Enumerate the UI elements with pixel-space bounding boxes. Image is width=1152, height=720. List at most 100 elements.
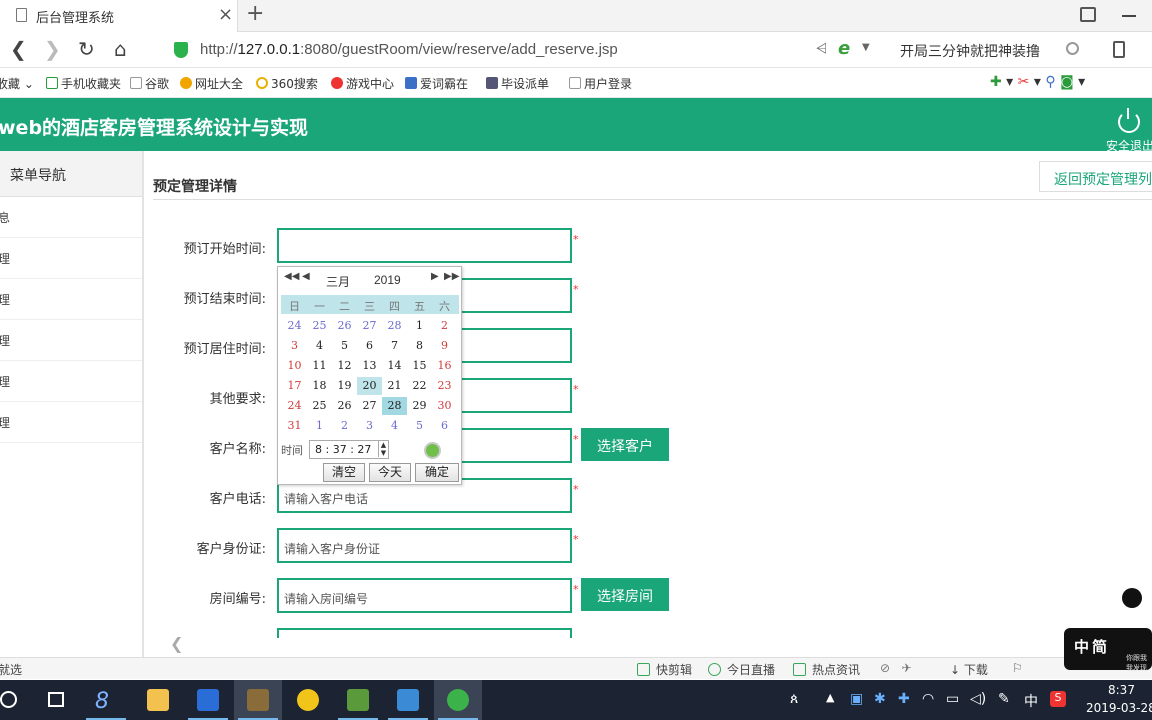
- calendar-day[interactable]: 9: [432, 337, 457, 355]
- status-tool-icons[interactable]: ⊘ ✈: [880, 661, 912, 675]
- forward-icon[interactable]: ❯: [44, 37, 61, 61]
- calendar-day[interactable]: 20: [357, 377, 382, 395]
- calendar-day[interactable]: 28: [382, 317, 407, 335]
- next-month-icon[interactable]: ▶: [431, 271, 439, 282]
- ie-compat-icon[interactable]: e: [838, 38, 850, 59]
- window-restore-icon[interactable]: [1080, 7, 1096, 22]
- tray-icon[interactable]: ✱: [874, 691, 886, 707]
- scroll-left-icon[interactable]: ❮: [170, 634, 183, 653]
- calendar-year[interactable]: 2019: [374, 273, 401, 287]
- calendar-day[interactable]: 11: [307, 357, 332, 375]
- sidebar-item[interactable]: 理: [0, 361, 142, 402]
- calendar-day[interactable]: 24: [282, 317, 307, 335]
- calendar-day[interactable]: 17: [282, 377, 307, 395]
- tab-close-icon[interactable]: ×: [218, 4, 233, 25]
- select-room-button[interactable]: 选择房间: [581, 578, 669, 611]
- sidebar-item[interactable]: 理: [0, 238, 142, 279]
- calendar-day[interactable]: 19: [332, 377, 357, 395]
- calendar-day[interactable]: 16: [432, 357, 457, 375]
- sidebar-item[interactable]: 理: [0, 320, 142, 361]
- refresh-time-icon[interactable]: [424, 442, 441, 459]
- calendar-day[interactable]: 18: [307, 377, 332, 395]
- bookmark-hao[interactable]: 网址大全: [180, 75, 243, 92]
- bookmark-games[interactable]: 游戏中心: [331, 75, 394, 92]
- bookmark-google[interactable]: 谷歌: [130, 75, 169, 92]
- calendar-day[interactable]: 27: [357, 317, 382, 335]
- url-field[interactable]: http://127.0.0.1:8080/guestRoom/view/res…: [200, 41, 618, 58]
- taskbar-app[interactable]: 8: [82, 680, 130, 720]
- calendar-day[interactable]: 25: [307, 317, 332, 335]
- calendar-day[interactable]: 14: [382, 357, 407, 375]
- calendar-day[interactable]: 26: [332, 317, 357, 335]
- time-spinner[interactable]: ▲ ▼: [378, 441, 388, 457]
- calendar-day[interactable]: 6: [432, 417, 457, 435]
- people-icon[interactable]: ጰ: [790, 691, 798, 707]
- chevron-down-icon[interactable]: ▼: [862, 42, 870, 53]
- taskbar-app[interactable]: [334, 680, 382, 720]
- live-link[interactable]: 今日直播: [708, 661, 775, 678]
- tray-expand-icon[interactable]: ▲: [826, 691, 834, 704]
- bookmark-bishe[interactable]: 毕设派单: [486, 75, 549, 92]
- calendar-day[interactable]: 22: [407, 377, 432, 395]
- bookmark-iciba[interactable]: 爱词霸在: [405, 75, 468, 92]
- calendar-day[interactable]: 5: [332, 337, 357, 355]
- calendar-day[interactable]: 24: [282, 397, 307, 415]
- calendar-day[interactable]: 5: [407, 417, 432, 435]
- calendar-day[interactable]: 30: [432, 397, 457, 415]
- calendar-day[interactable]: 7: [382, 337, 407, 355]
- browser-tab[interactable]: 后台管理系统 ×: [0, 0, 238, 32]
- clock-time[interactable]: 8:37: [1108, 683, 1135, 697]
- search-box[interactable]: 开局三分钟就把神装撸: [890, 36, 1090, 64]
- home-icon[interactable]: ⌂: [114, 37, 127, 61]
- prev-year-icon[interactable]: ◀◀: [284, 271, 299, 282]
- calendar-day[interactable]: 1: [307, 417, 332, 435]
- sidebar-item[interactable]: 理: [0, 402, 142, 443]
- prev-month-icon[interactable]: ◀: [302, 271, 310, 282]
- calendar-day[interactable]: 23: [432, 377, 457, 395]
- ime-indicator[interactable]: 中: [1024, 691, 1038, 711]
- search-icon[interactable]: [1066, 42, 1079, 55]
- calendar-day[interactable]: 3: [357, 417, 382, 435]
- calendar-day[interactable]: 6: [357, 337, 382, 355]
- customer-id-input[interactable]: 请输入客户身份证: [277, 528, 572, 563]
- time-input[interactable]: 8 : 37 : 27: [309, 440, 389, 459]
- task-view-icon[interactable]: [48, 692, 64, 707]
- taskbar-app[interactable]: [134, 680, 182, 720]
- taskbar-app[interactable]: [184, 680, 232, 720]
- calendar-day[interactable]: 28: [382, 397, 407, 415]
- start-time-input[interactable]: [277, 228, 572, 263]
- battery-icon[interactable]: ▭: [946, 691, 959, 707]
- sidebar-item[interactable]: 息: [0, 197, 142, 238]
- calendar-day[interactable]: 4: [382, 417, 407, 435]
- new-tab-button[interactable]: +: [246, 1, 264, 26]
- refresh-icon[interactable]: ↻: [78, 37, 95, 61]
- calendar-day[interactable]: 27: [357, 397, 382, 415]
- calendar-day[interactable]: 25: [307, 397, 332, 415]
- quick-edit-link[interactable]: 快剪辑: [637, 661, 692, 678]
- select-customer-button[interactable]: 选择客户: [581, 428, 669, 461]
- share-icon[interactable]: ⩤: [816, 41, 827, 57]
- pen-icon[interactable]: ✎: [998, 691, 1010, 707]
- taskbar-app[interactable]: [434, 680, 482, 720]
- calendar-day[interactable]: 2: [432, 317, 457, 335]
- volume-icon[interactable]: ◁): [970, 691, 986, 707]
- tray-icon[interactable]: ✚: [898, 691, 910, 707]
- power-icon[interactable]: [1118, 108, 1140, 133]
- today-button[interactable]: 今天: [369, 463, 411, 482]
- download-link[interactable]: ↓ 下载: [950, 661, 988, 678]
- bookmark-360[interactable]: 360搜索: [256, 75, 318, 92]
- start-icon[interactable]: [0, 691, 17, 708]
- calendar-day[interactable]: 15: [407, 357, 432, 375]
- taskbar-app[interactable]: [384, 680, 432, 720]
- calendar-day[interactable]: 13: [357, 357, 382, 375]
- calendar-day[interactable]: 4: [307, 337, 332, 355]
- back-to-list-button[interactable]: 返回预定管理列表: [1039, 161, 1152, 192]
- bookmark-login[interactable]: 用户登录: [569, 75, 632, 92]
- calendar-day[interactable]: 3: [282, 337, 307, 355]
- calendar-day[interactable]: 8: [407, 337, 432, 355]
- calendar-day[interactable]: 1: [407, 317, 432, 335]
- sogou-icon[interactable]: S: [1050, 691, 1066, 707]
- taskbar-app[interactable]: [234, 680, 282, 720]
- calendar-day[interactable]: 21: [382, 377, 407, 395]
- back-icon[interactable]: ❮: [10, 37, 27, 61]
